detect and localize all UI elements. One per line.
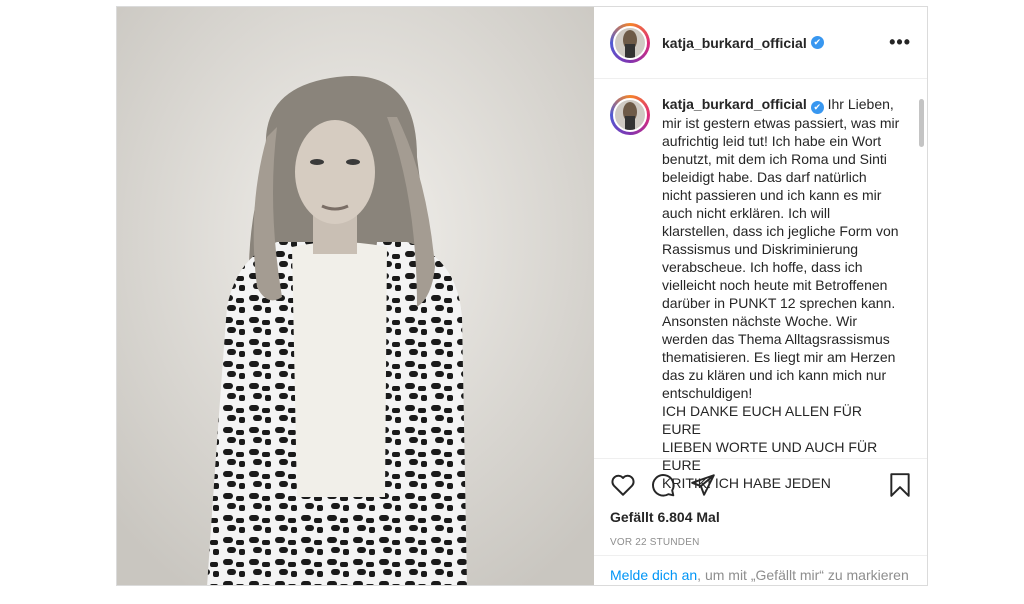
- caption-line: nicht passieren und ich kann es mir: [662, 187, 882, 203]
- instagram-post: katja_burkard_official ✔ ••• katja_burka…: [116, 6, 928, 586]
- caption-line: Ansonsten nächste Woche. Wir: [662, 313, 858, 329]
- caption-line: klarstellen, dass ich jegliche Form von: [662, 223, 899, 239]
- post-actions: Gefällt 6.804 Mal VOR 22 STUNDEN Melde d…: [594, 458, 927, 604]
- avatar[interactable]: [610, 22, 650, 63]
- caption-avatar[interactable]: [610, 95, 650, 135]
- verified-badge-icon: ✔: [810, 101, 824, 114]
- bookmark-icon[interactable]: [889, 472, 911, 498]
- caption-line: Ihr Lieben,: [827, 96, 894, 112]
- caption-line: entschuldigen!: [662, 385, 753, 401]
- login-link[interactable]: Melde dich an: [610, 567, 697, 583]
- send-icon[interactable]: [690, 473, 716, 497]
- caption-line: benutzt, mit dem ich Roma und Sinti: [662, 151, 887, 167]
- comment-icon[interactable]: [650, 472, 676, 498]
- action-icons: [610, 465, 911, 505]
- post-photo[interactable]: [117, 7, 594, 585]
- caption-line: aufrichtig leid tut! Ich habe ein Wort: [662, 133, 882, 149]
- login-prompt: Melde dich an, um mit „Gefällt mir“ zu m…: [594, 555, 927, 594]
- comments-scrollbar[interactable]: [919, 99, 924, 147]
- like-count[interactable]: Gefällt 6.804 Mal: [610, 509, 911, 525]
- caption-line: auch nicht erklären. Ich will: [662, 205, 831, 221]
- login-prompt-text: , um mit „Gefällt mir“ zu markieren: [697, 567, 909, 583]
- caption-line: Rassismus und Diskriminierung: [662, 241, 859, 257]
- header-username[interactable]: katja_burkard_official: [662, 35, 807, 51]
- caption-line: werden das Thema Alltagsrassismus: [662, 331, 890, 347]
- caption-line: verabscheue. Ich hoffe, dass ich: [662, 259, 863, 275]
- portrait-image: [117, 7, 594, 585]
- caption-username[interactable]: katja_burkard_official: [662, 96, 807, 112]
- more-options-icon[interactable]: •••: [889, 32, 911, 53]
- verified-badge-icon: ✔: [810, 36, 824, 49]
- caption-line: das zu klären und ich kann mich nur: [662, 367, 887, 383]
- caption-line: darüber in PUNKT 12 sprechen kann.: [662, 295, 896, 311]
- caption-line: vielleicht noch heute mit Betroffenen: [662, 277, 888, 293]
- caption: katja_burkard_official ✔ Ihr Lieben, mir …: [610, 95, 911, 492]
- caption-text: katja_burkard_official ✔ Ihr Lieben, mir …: [662, 95, 902, 492]
- heart-icon[interactable]: [610, 473, 636, 497]
- caption-line: mir ist gestern etwas passiert, was mir: [662, 115, 900, 131]
- post-timestamp[interactable]: VOR 22 STUNDEN: [610, 537, 911, 548]
- caption-line: beleidigt habe. Das darf natürlich: [662, 169, 867, 185]
- caption-line: thematisieren. Es liegt mir am Herzen: [662, 349, 896, 365]
- post-sidebar: katja_burkard_official ✔ ••• katja_burka…: [594, 7, 927, 585]
- post-header: katja_burkard_official ✔ •••: [594, 7, 927, 79]
- caption-line: ICH DANKE EUCH ALLEN FÜR EURE: [662, 403, 862, 437]
